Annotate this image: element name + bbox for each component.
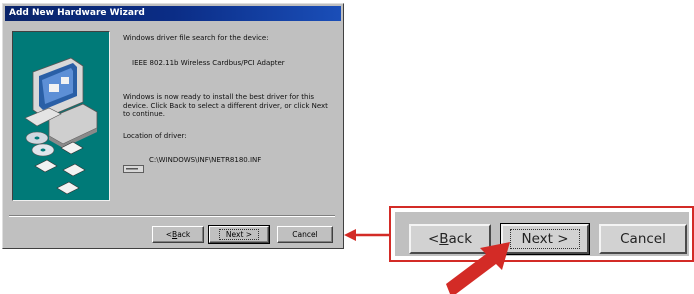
zoom-next-button[interactable]: Next > [500, 223, 590, 255]
zoom-button-strip: < Back Next > Cancel [395, 212, 692, 256]
zoom-cancel-label: Cancel [620, 231, 666, 247]
zoom-next-label: Next > [510, 229, 580, 249]
search-heading: Windows driver file search for the devic… [123, 34, 269, 42]
cancel-button-label: Cancel [292, 230, 318, 239]
back-button[interactable]: < Back [152, 226, 204, 243]
zoom-back-rest: ack [448, 231, 473, 247]
cancel-button[interactable]: Cancel [277, 226, 333, 243]
divider [9, 215, 335, 217]
device-name: IEEE 802.11b Wireless Cardbus/PCI Adapte… [132, 59, 285, 67]
zoom-back-button[interactable]: < Back [409, 224, 491, 254]
wizard-illustration [12, 31, 110, 201]
next-button[interactable]: Next > [208, 225, 270, 244]
back-button-rest: ack [177, 230, 191, 239]
dialog-title: Add New Hardware Wizard [5, 6, 341, 21]
zoom-back-accel: B [439, 231, 449, 247]
driver-path: C:\WINDOWS\INF\NETR8180.INF [149, 156, 262, 164]
ready-text: Windows is now ready to install the best… [123, 93, 328, 118]
location-label: Location of driver: [123, 132, 187, 140]
zoom-callout: < Back Next > Cancel [389, 206, 694, 262]
zoom-back-prefix: < [427, 231, 440, 247]
zoom-edge [689, 208, 692, 260]
next-button-label: Next > [218, 229, 260, 240]
wizard-dialog: Add New Hardware Wizard Windows driver f… [2, 3, 344, 249]
cd-icon [25, 131, 86, 195]
drive-icon [123, 165, 144, 173]
zoom-cancel-button[interactable]: Cancel [599, 224, 687, 254]
